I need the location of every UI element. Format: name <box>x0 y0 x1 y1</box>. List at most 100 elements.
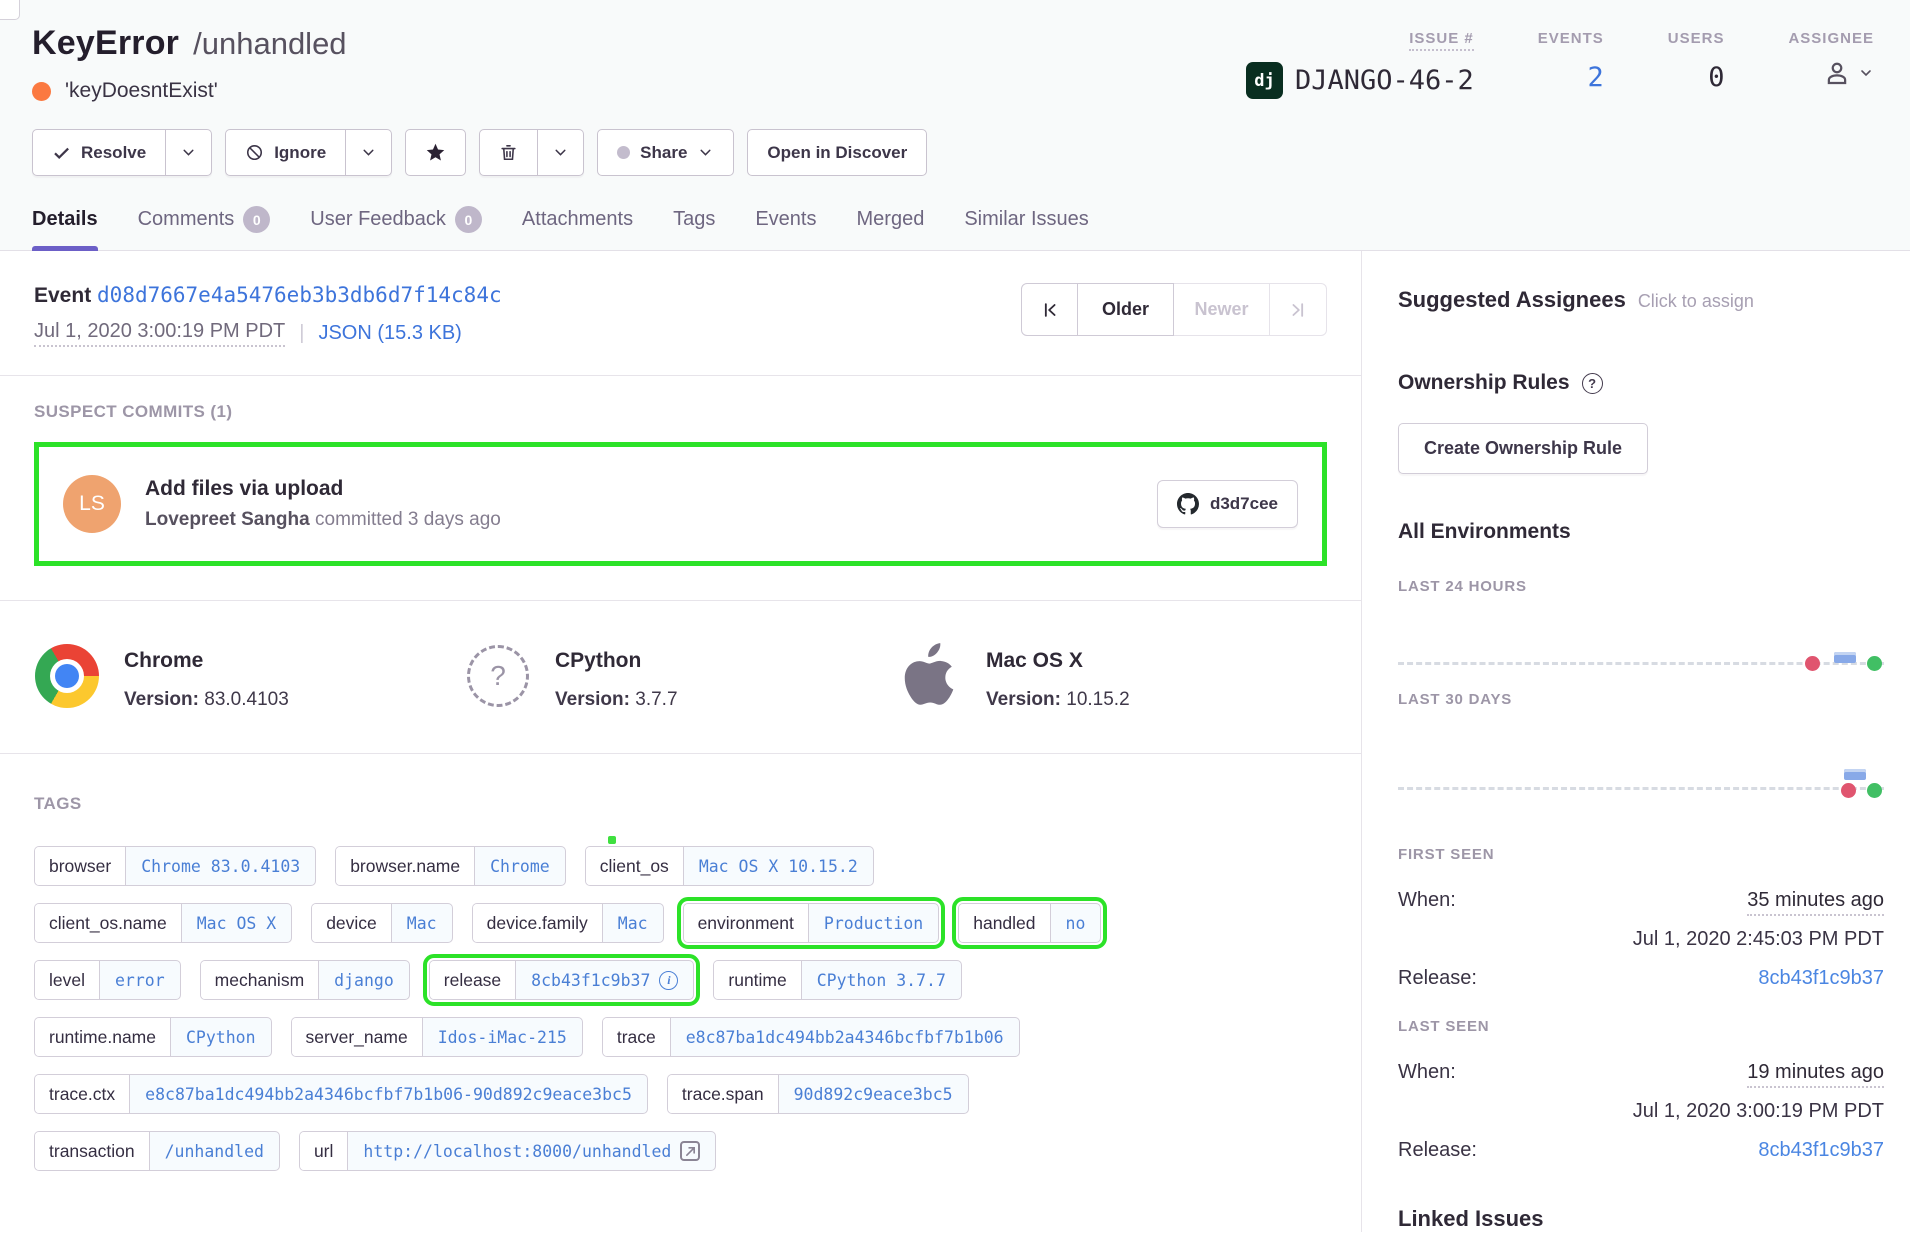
tag-key: device.family <box>473 904 603 942</box>
chevron-down-icon <box>1858 65 1874 81</box>
tag-value-link[interactable]: Mac <box>392 904 452 942</box>
tag-value-link[interactable]: Mac <box>603 904 663 942</box>
tag-value-link[interactable]: CPython <box>171 1018 271 1056</box>
tab-label: Tags <box>673 208 715 231</box>
release-label: Release: <box>1398 967 1477 990</box>
tag-value-link[interactable]: Mac OS X 10.15.2 <box>684 847 873 885</box>
tab-merged[interactable]: Merged <box>857 206 925 250</box>
tab-attachments[interactable]: Attachments <box>522 206 633 250</box>
release-info-icon[interactable]: i <box>659 971 678 990</box>
tab-details[interactable]: Details <box>32 206 98 250</box>
tag-value-link[interactable]: Mac OS X <box>182 904 291 942</box>
tag-trace: tracee8c87ba1dc494bb2a4346bcfbf7b1b06 <box>602 1017 1020 1057</box>
delete-button[interactable] <box>479 129 538 176</box>
tag-value-link[interactable]: http://localhost:8000/unhandled <box>348 1132 715 1170</box>
newer-event-button[interactable]: Newer <box>1174 283 1270 336</box>
bookmark-button[interactable] <box>405 129 466 176</box>
action-bar: Resolve Ignore <box>32 129 1874 176</box>
create-ownership-rule-button[interactable]: Create Ownership Rule <box>1398 423 1648 474</box>
help-icon[interactable]: ? <box>1582 373 1603 394</box>
commit-card: LS Add files via upload Lovepreet Sangha… <box>39 447 1322 561</box>
all-environments-title: All Environments <box>1398 520 1884 544</box>
open-in-discover-button[interactable]: Open in Discover <box>747 129 927 176</box>
tag-level: levelerror <box>34 960 181 1000</box>
first-seen-release-link[interactable]: 8cb43f1c9b37 <box>1758 967 1884 990</box>
tag-key: browser <box>35 847 126 885</box>
event-id-link[interactable]: d08d7667e4a5476eb3b3db6d7f14c84c <box>97 283 502 307</box>
tags-section: TAGS browserChrome 83.0.4103browser.name… <box>0 754 1361 1201</box>
last-seen-absolute: Jul 1, 2020 3:00:19 PM PDT <box>1398 1100 1884 1123</box>
chevron-down-icon <box>360 144 377 161</box>
ignore-dropdown-button[interactable] <box>346 129 392 176</box>
tag-trace-span: trace.span90d892c9eace3bc5 <box>667 1074 969 1114</box>
github-icon <box>1177 493 1199 515</box>
tag-row: trace.ctxe8c87ba1dc494bb2a4346bcfbf7b1b0… <box>34 1074 1327 1114</box>
share-button[interactable]: Share <box>597 129 734 176</box>
last-seen-marker <box>1867 783 1882 798</box>
tag-trace-ctx: trace.ctxe8c87ba1dc494bb2a4346bcfbf7b1b0… <box>34 1074 648 1114</box>
jump-to-last-button[interactable] <box>1270 283 1327 336</box>
first-seen-relative: 35 minutes ago <box>1747 889 1884 916</box>
context-name: CPython <box>555 649 678 673</box>
context-os: Mac OS X Version: 10.15.2 <box>896 643 1327 711</box>
last-24-hours-label: LAST 24 HOURS <box>1398 578 1884 595</box>
mute-icon <box>245 143 264 162</box>
issue-culprit: /unhandled <box>193 26 346 62</box>
tag-runtime-name: runtime.nameCPython <box>34 1017 272 1057</box>
tag-value-link[interactable]: e8c87ba1dc494bb2a4346bcfbf7b1b06-90d892c… <box>130 1075 647 1113</box>
event-contexts: Chrome Version: 83.0.4103 ? CPython Vers… <box>0 601 1361 754</box>
delete-dropdown-button[interactable] <box>538 129 584 176</box>
tag-key: server_name <box>292 1018 423 1056</box>
issue-message: 'keyDoesntExist' <box>65 79 218 103</box>
jump-to-first-button[interactable] <box>1021 283 1078 336</box>
tag-value-link[interactable]: CPython 3.7.7 <box>802 961 961 999</box>
commit-time: committed 3 days ago <box>315 509 501 530</box>
tag-runtime: runtimeCPython 3.7.7 <box>713 960 962 1000</box>
older-event-button[interactable]: Older <box>1078 283 1174 336</box>
sparkline-24h <box>1398 595 1884 687</box>
tag-value-link[interactable]: /unhandled <box>150 1132 279 1170</box>
issue-title: KeyError <box>32 24 179 63</box>
avatar: LS <box>63 475 121 533</box>
tag-value-link[interactable]: Production <box>809 904 938 942</box>
last-30-days-label: LAST 30 DAYS <box>1398 691 1884 708</box>
tab-events[interactable]: Events <box>755 206 816 250</box>
tab-label: Comments <box>138 208 235 231</box>
tag-key: release <box>430 961 516 999</box>
tag-value-link[interactable]: no <box>1051 904 1101 942</box>
tab-similar-issues[interactable]: Similar Issues <box>964 206 1088 250</box>
tab-user-feedback[interactable]: User Feedback0 <box>310 206 482 250</box>
event-timestamp: Jul 1, 2020 3:00:19 PM PDT <box>34 320 285 347</box>
tag-value-link[interactable]: 8cb43f1c9b37i <box>516 961 693 999</box>
chevron-down-icon <box>552 144 569 161</box>
tag-value-link[interactable]: 90d892c9eace3bc5 <box>779 1075 968 1113</box>
tab-label: Details <box>32 208 98 231</box>
last-seen-release-link[interactable]: 8cb43f1c9b37 <box>1758 1139 1884 1162</box>
click-to-assign-hint: Click to assign <box>1638 291 1754 311</box>
event-header: Event d08d7667e4a5476eb3b3db6d7f14c84c J… <box>0 251 1361 376</box>
tag-value-link[interactable]: e8c87ba1dc494bb2a4346bcfbf7b1b06 <box>671 1018 1019 1056</box>
issue-header: KeyError /unhandled 'keyDoesntExist' ISS… <box>0 0 1910 251</box>
tag-key: client_os.name <box>35 904 182 942</box>
tag-value-link[interactable]: Idos-iMac-215 <box>423 1018 582 1056</box>
events-count-link[interactable]: 2 <box>1538 62 1604 93</box>
tag-value-link[interactable]: error <box>100 961 180 999</box>
resolve-dropdown-button[interactable] <box>166 129 212 176</box>
tag-value-link[interactable]: Chrome 83.0.4103 <box>126 847 315 885</box>
tag-value-link[interactable]: Chrome <box>475 847 565 885</box>
ignore-button[interactable]: Ignore <box>225 129 346 176</box>
tab-tags[interactable]: Tags <box>673 206 715 250</box>
tag-client-os: client_osMac OS X 10.15.2 <box>585 846 874 886</box>
tag-server-name: server_nameIdos-iMac-215 <box>291 1017 583 1057</box>
tag-key: runtime.name <box>35 1018 171 1056</box>
tag-value-link[interactable]: django <box>319 961 409 999</box>
commit-sha-button[interactable]: d3d7cee <box>1157 480 1298 528</box>
external-link-icon[interactable] <box>680 1141 700 1161</box>
tab-comments[interactable]: Comments0 <box>138 206 271 250</box>
tag-row: levelerrormechanismdjangorelease8cb43f1c… <box>34 960 1327 1000</box>
stat-assignee: ASSIGNEE <box>1788 30 1874 88</box>
when-label: When: <box>1398 889 1456 912</box>
assignee-dropdown[interactable] <box>1788 58 1874 88</box>
resolve-button[interactable]: Resolve <box>32 129 166 176</box>
json-download-link[interactable]: JSON (15.3 KB) <box>318 322 461 345</box>
